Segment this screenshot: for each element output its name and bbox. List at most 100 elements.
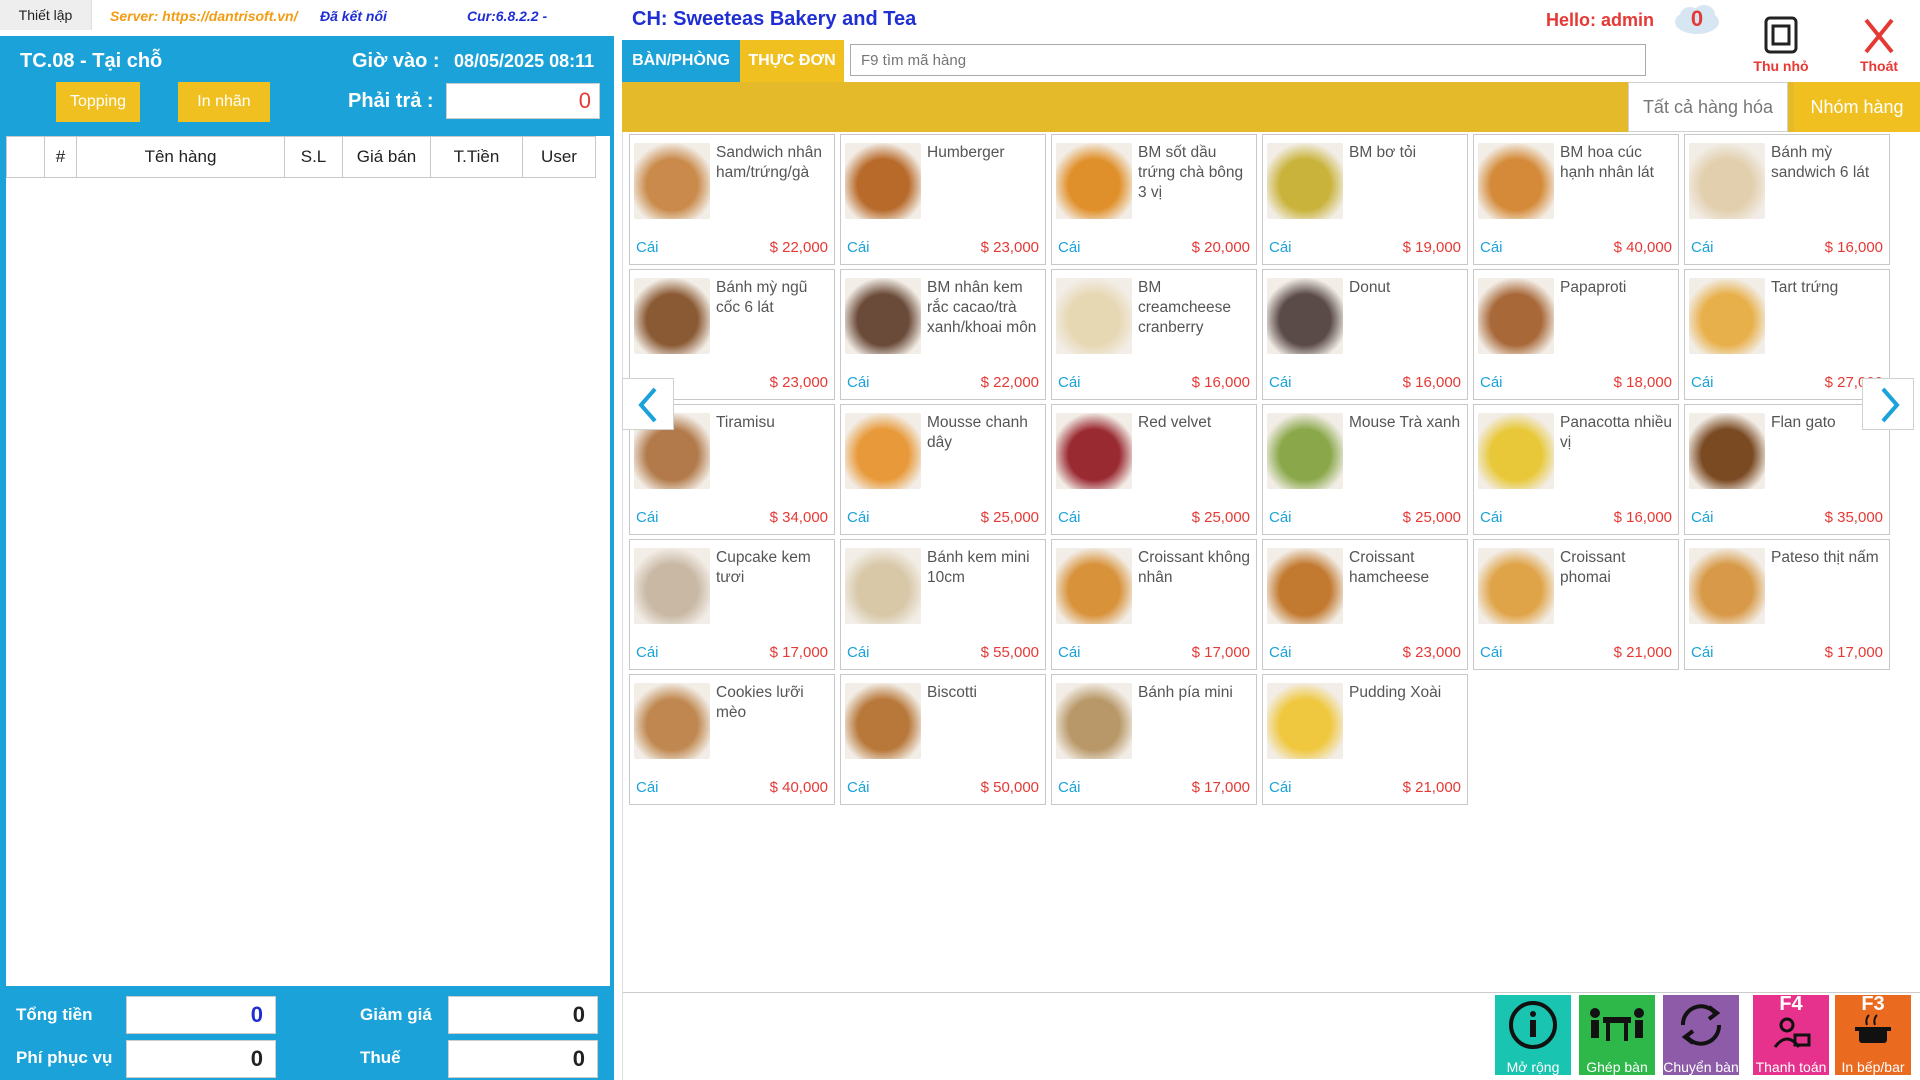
product-image [634,278,710,354]
kitchen-print-label: In bếp/bar [1841,1059,1905,1075]
product-price: $ 17,000 [1191,644,1250,661]
product-name: Pudding Xoài [1349,684,1442,701]
product-card[interactable]: BM sốt dầu trứng chà bông 3 vị Cái $ 20,00… [1051,134,1257,265]
product-card[interactable]: BM hoa cúc hạnh nhân lát Cái $ 40,000 [1473,134,1679,265]
product-unit: Cái [847,239,870,256]
product-price: $ 25,000 [1191,509,1250,526]
column-user[interactable]: User [523,137,595,177]
next-page-button[interactable] [1862,378,1914,430]
product-unit: Cái [636,509,659,526]
tabs-row: BÀN/PHÒNG THỰC ĐƠN [622,40,1920,82]
product-unit: Cái [1269,509,1292,526]
search-input[interactable] [850,44,1646,76]
product-card[interactable]: Bánh pía mini Cái $ 17,000 [1051,674,1257,805]
product-name: Bánh mỳ sandwich 6 lát [1771,144,1870,181]
product-name: Cookies lưỡi mèo [716,684,804,721]
all-items-button[interactable]: Tất cả hàng hóa [1628,82,1788,132]
product-price: $ 55,000 [980,644,1039,661]
merge-table-label: Ghép bàn [1586,1059,1648,1075]
product-card[interactable]: Mouse Trà xanh Cái $ 25,000 [1262,404,1468,535]
product-card[interactable]: Flan gato Cái $ 35,000 [1684,404,1890,535]
product-card[interactable]: Croissant không nhân Cái $ 17,000 [1051,539,1257,670]
product-name: Bánh kem mini 10cm [927,549,1030,586]
more-button[interactable]: Mở rộng [1495,995,1571,1075]
product-card[interactable]: Bánh kem mini 10cm Cái $ 55,000 [840,539,1046,670]
product-card[interactable]: Pudding Xoài Cái $ 21,000 [1262,674,1468,805]
topping-button[interactable]: Topping [56,82,140,122]
product-image [845,548,921,624]
service-fee-field[interactable]: 0 [126,1040,276,1078]
kitchen-print-button[interactable]: F3 In bếp/bar [1835,993,1911,1075]
product-unit: Cái [1058,374,1081,391]
product-image [1478,278,1554,354]
product-card[interactable]: Panacotta nhiều vị Cái $ 16,000 [1473,404,1679,535]
product-card[interactable]: Mousse chanh dây Cái $ 25,000 [840,404,1046,535]
column-number[interactable]: # [45,137,77,177]
amount-due-value: 0 [446,83,600,119]
product-price: $ 34,000 [769,509,828,526]
column-item-name[interactable]: Tên hàng [77,137,285,177]
product-name: Croissant không nhân [1138,549,1251,586]
product-image [845,143,921,219]
product-price: $ 20,000 [1191,239,1250,256]
product-price: $ 16,000 [1402,374,1461,391]
product-card[interactable]: Donut Cái $ 16,000 [1262,269,1468,400]
column-total[interactable]: T.Tiền [431,137,523,177]
product-card[interactable]: Croissant phomai Cái $ 21,000 [1473,539,1679,670]
product-card[interactable]: BM bơ tỏi Cái $ 19,000 [1262,134,1468,265]
column-price[interactable]: Giá bán [343,137,431,177]
product-image [1689,413,1765,489]
product-image [1478,413,1554,489]
print-label-button[interactable]: In nhãn [178,82,270,122]
table-merge-icon [1590,1008,1644,1041]
discount-field[interactable]: 0 [448,996,598,1034]
tax-field[interactable]: 0 [448,1040,598,1078]
order-table-header: # Tên hàng S.L Giá bán T.Tiền User [6,136,596,178]
product-name: Humberger [927,144,1005,161]
product-card[interactable]: BM creamcheese cranberry Cái $ 16,000 [1051,269,1257,400]
product-card[interactable]: Sandwich nhân ham/trứng/gà Cái $ 22,000 [629,134,835,265]
more-label: Mở rộng [1506,1059,1560,1075]
tab-table-room[interactable]: BÀN/PHÒNG [622,40,740,82]
pos-app: Thiết lập Server: https://dantrisoft.vn/… [0,0,1920,1080]
product-unit: Cái [1691,509,1714,526]
column-quantity[interactable]: S.L [285,137,343,177]
product-image [634,548,710,624]
product-card[interactable]: Bánh mỳ sandwich 6 lát Cái $ 16,000 [1684,134,1890,265]
table-name: TC.08 - Tại chỗ [20,50,163,72]
product-card[interactable]: Papaproti Cái $ 18,000 [1473,269,1679,400]
product-price: $ 16,000 [1191,374,1250,391]
product-image [1267,143,1343,219]
item-group-button[interactable]: Nhóm hàng [1794,82,1920,132]
user-greeting: Hello: admin [1546,10,1655,30]
product-card[interactable]: BM nhân kem rắc cacao/trà xanh/khoai môn… [840,269,1046,400]
product-name: Bánh pía mini [1138,684,1233,701]
refresh-icon [1680,1004,1722,1046]
product-card[interactable]: Cupcake kem tươi Cái $ 17,000 [629,539,835,670]
previous-page-button[interactable] [622,378,674,430]
product-card[interactable]: Cookies lưỡi mèo Cái $ 40,000 [629,674,835,805]
product-image [1056,413,1132,489]
product-grid: Sandwich nhân ham/trứng/gà Cái $ 22,000 Hum… [622,132,1920,992]
payment-button[interactable]: F4 Thanh toán [1753,993,1829,1075]
product-card[interactable]: Pateso thịt nấm Cái $ 17,000 [1684,539,1890,670]
setup-menu[interactable]: Thiết lập [0,0,92,30]
product-card[interactable]: Biscotti Cái $ 50,000 [840,674,1046,805]
product-name: Panacotta nhiều vị [1560,414,1673,451]
tab-menu[interactable]: THỰC ĐƠN [740,40,844,82]
notification-bubble[interactable]: 0 [1672,2,1722,38]
product-image [1689,278,1765,354]
product-card[interactable]: Tart trứng Cái $ 27,000 [1684,269,1890,400]
total-label: Tổng tiền [16,1005,93,1024]
product-unit: Cái [1480,509,1503,526]
product-card[interactable]: Red velvet Cái $ 25,000 [1051,404,1257,535]
product-name: Sandwich nhân ham/trứng/gà [716,144,822,181]
column-select[interactable] [7,137,45,177]
product-card[interactable]: Humberger Cái $ 23,000 [840,134,1046,265]
transfer-table-button[interactable]: Chuyển bàn [1663,995,1739,1075]
product-card[interactable]: Croissant hamcheese Cái $ 23,000 [1262,539,1468,670]
product-name: Donut [1349,279,1391,296]
merge-table-button[interactable]: Ghép bàn [1579,995,1655,1075]
product-price: $ 21,000 [1613,644,1672,661]
product-unit: Cái [636,239,659,256]
